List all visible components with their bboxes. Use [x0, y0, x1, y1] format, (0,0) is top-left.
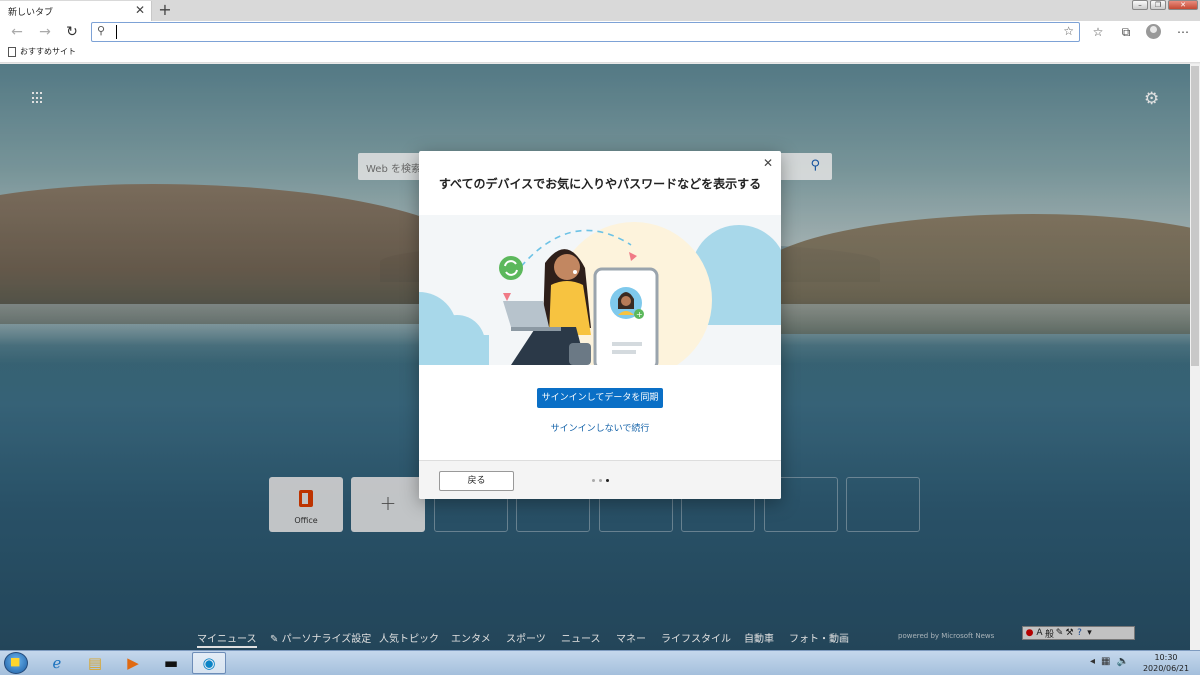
back-arrow-icon[interactable]: ← [8, 23, 26, 41]
more-menu-icon[interactable]: ⋯ [1174, 23, 1192, 41]
network-icon[interactable]: ▦ [1101, 656, 1110, 667]
cloud-left [419, 292, 489, 365]
system-tray: ◂ ▦ 🔈 [1090, 656, 1129, 667]
new-tab-button[interactable]: + [157, 0, 173, 20]
volume-icon[interactable]: 🔈 [1116, 656, 1128, 667]
page-icon [8, 46, 16, 57]
continue-without-signin-link[interactable]: サインインしないで続行 [419, 421, 781, 434]
show-hidden-icons-icon[interactable]: ◂ [1090, 656, 1095, 667]
profile-avatar[interactable] [1146, 24, 1161, 39]
internet-explorer-icon[interactable]: ℯ [40, 652, 74, 674]
collections-icon[interactable]: ⧉ [1117, 23, 1135, 41]
sync-illustration: + [419, 215, 781, 365]
back-button[interactable]: 戻る [439, 471, 514, 491]
clock-time: 10:30 [1154, 653, 1178, 662]
command-prompt-icon[interactable]: ▬ [154, 652, 188, 674]
browser-toolbar: ← → ↻ ⚲ ☆ ☆ ⧉ ⋯ [0, 21, 1200, 43]
edge-browser-icon[interactable]: ◉ [192, 652, 226, 674]
signin-sync-button[interactable]: サインインしてデータを同期 [537, 388, 663, 408]
svg-text:+: + [636, 310, 643, 319]
tab-close-icon[interactable]: ✕ [135, 3, 145, 17]
dialog-title: すべてのデバイスでお気に入りやパスワードなどを表示する [438, 177, 762, 191]
media-player-icon[interactable]: ▶ [116, 652, 150, 674]
clock-date: 2020/06/21 [1142, 664, 1190, 673]
step-dot [592, 479, 595, 482]
step-indicator [592, 479, 609, 482]
favorite-star-icon[interactable]: ☆ [1063, 24, 1074, 38]
address-bar[interactable]: ⚲ ☆ [91, 22, 1080, 42]
close-icon[interactable]: ✕ [763, 156, 773, 170]
tab-title: 新しいタブ [8, 8, 54, 18]
address-input[interactable] [116, 25, 1016, 39]
step-dot [599, 479, 602, 482]
search-icon: ⚲ [97, 24, 106, 37]
scroll-thumb[interactable] [1191, 66, 1199, 366]
page-scrollbar[interactable] [1190, 64, 1200, 650]
restore-button[interactable]: ❐ [1150, 0, 1166, 10]
start-button[interactable] [4, 652, 28, 674]
minimize-button[interactable]: – [1132, 0, 1148, 10]
close-window-button[interactable]: ✕ [1168, 0, 1198, 10]
tab-strip: 新しいタブ ✕ + – ❐ ✕ [0, 0, 1200, 21]
tab-new-tab[interactable]: 新しいタブ ✕ [0, 1, 152, 21]
favorites-bar: おすすめサイト [0, 43, 1200, 63]
refresh-icon[interactable]: ↻ [63, 23, 81, 41]
taskbar-clock[interactable]: 10:30 2020/06/21 [1140, 652, 1192, 674]
favorites-bar-item[interactable]: おすすめサイト [8, 46, 76, 57]
file-explorer-icon[interactable]: ▤ [78, 652, 112, 674]
windows-taskbar: ℯ ▤ ▶ ▬ ◉ ◂ ▦ 🔈 10:30 2020/06/21 [0, 650, 1200, 675]
dialog-footer: 戻る [419, 460, 781, 499]
forward-arrow-icon[interactable]: → [36, 23, 54, 41]
sync-signin-dialog: ✕ すべてのデバイスでお気に入りやパスワードなどを表示する + サインインしてデ… [419, 151, 781, 499]
window-controls: – ❐ ✕ [1132, 0, 1198, 10]
favorites-icon[interactable]: ☆ [1089, 23, 1107, 41]
step-dot-active [606, 479, 609, 482]
favorites-bar-item-label: おすすめサイト [20, 47, 76, 56]
